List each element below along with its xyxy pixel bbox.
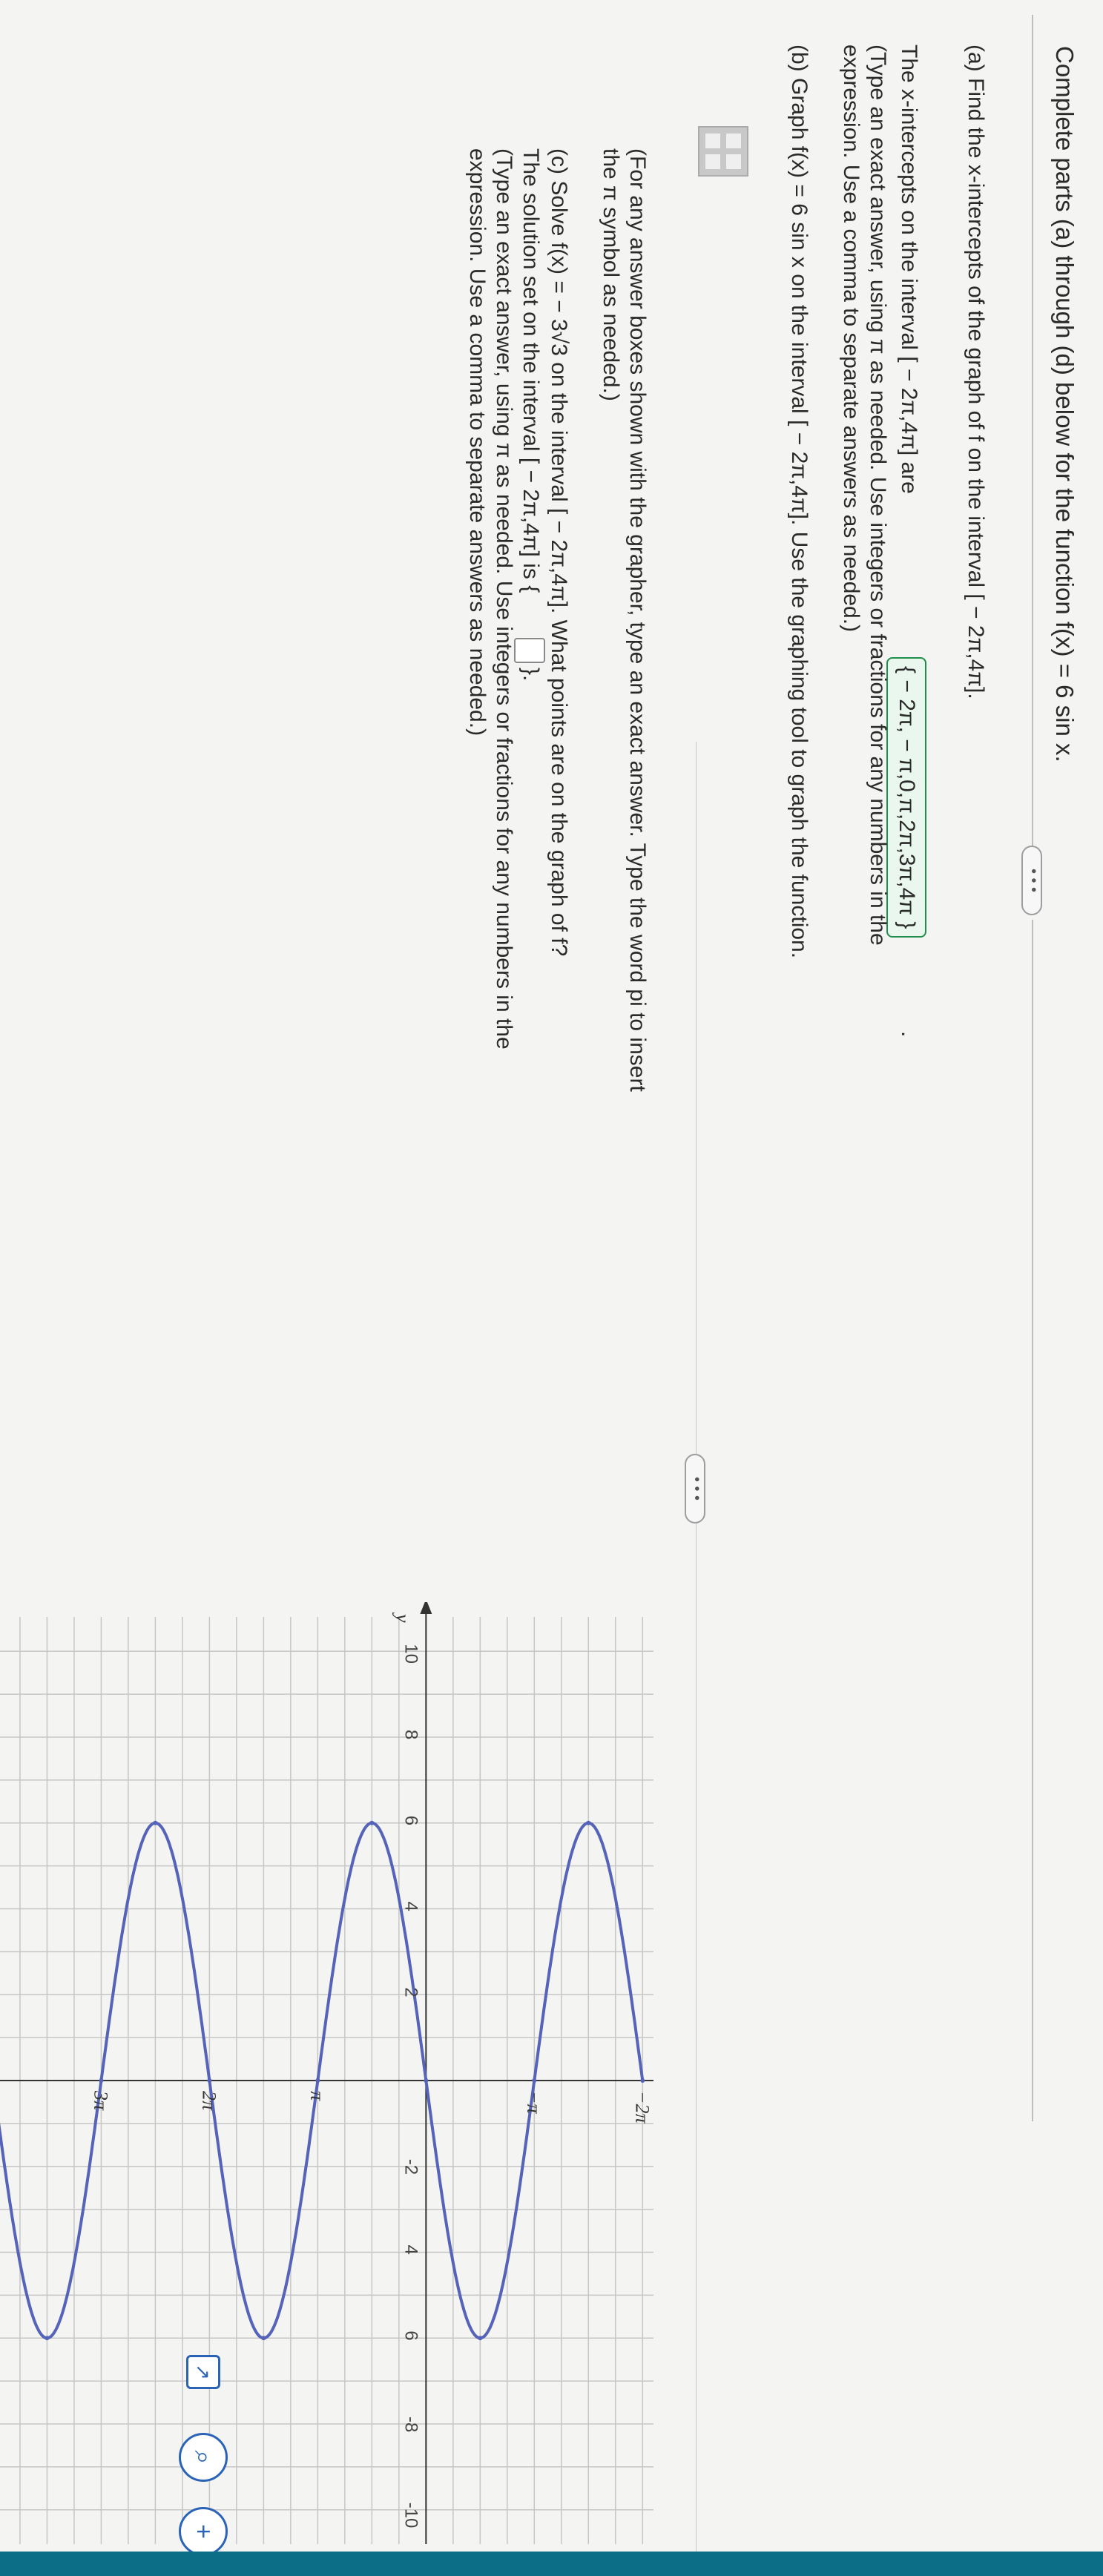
y-tick-label: 10 [401, 1644, 421, 1664]
part-c-hint-line1: (Type an exact answer, using π as needed… [492, 148, 516, 1050]
x-tick-label: −π [523, 2091, 544, 2115]
y-tick-label: 2 [401, 1987, 421, 1997]
curve-point [261, 2336, 266, 2341]
grapher-note-line2: the π symbol as needed.) [599, 148, 623, 401]
x-tick-label: −2π [631, 2091, 653, 2124]
curve-point [369, 1820, 375, 1825]
part-a-answer-prefix: The x-intercepts on the interval [ − 2π,… [897, 45, 921, 494]
part-a-answer-box[interactable]: { − 2π, − π,0,π,2π,3π,4π } [886, 657, 926, 938]
grapher-divider [696, 742, 697, 2552]
part-c-answer-prefix: The solution set on the interval [ − 2π,… [518, 148, 543, 593]
zoom-out-icon[interactable]: ⌕ [179, 2433, 228, 2482]
part-c-answer-input[interactable] [514, 638, 545, 663]
divider-left [1032, 15, 1033, 846]
curve-point [424, 2078, 429, 2083]
y-tick-label: 4 [401, 1902, 421, 1911]
part-c-answer-suffix: }. [518, 668, 543, 682]
curve-point [153, 1820, 158, 1825]
grapher-expand-button[interactable]: • • • [685, 1454, 705, 1523]
y-tick-label: 8 [401, 1730, 421, 1739]
x-tick-label: 2π [198, 2091, 220, 2111]
side-panel-edge [0, 2552, 1103, 2576]
expand-button[interactable]: • • • [1021, 846, 1042, 915]
curve-point [45, 2336, 50, 2341]
part-a-hint-line2: expression. Use a comma to separate answ… [839, 45, 863, 633]
part-c-hint-line2: expression. Use a comma to separate answ… [465, 148, 490, 737]
y-tick-label: -8 [401, 2417, 421, 2432]
problem-page: Complete parts (a) through (d) below for… [0, 0, 1103, 2576]
external-edit-icon[interactable]: ↗ [186, 2355, 220, 2389]
part-a-answer-suffix: . [897, 1031, 921, 1038]
grapher-note-line1: (For any answer boxes shown with the gra… [625, 148, 650, 1092]
y-tick-label: -10 [401, 2503, 421, 2529]
curve-point [99, 2078, 104, 2083]
zoom-in-icon[interactable]: + [179, 2507, 228, 2556]
curve-point [315, 2078, 320, 2083]
graph-tool-icon[interactable] [698, 126, 748, 177]
curve-point [532, 2078, 537, 2083]
y-tick-label: 6 [401, 2330, 421, 2340]
divider-right [1032, 920, 1033, 2121]
part-a-question: (a) Find the x-intercepts of the graph o… [964, 45, 988, 699]
part-b-question: (b) Graph f(x) = 6 sin x on the interval… [787, 45, 811, 959]
y-tick-label: -2 [401, 2159, 421, 2175]
y-axis-label: y [392, 1612, 413, 1623]
problem-title: Complete parts (a) through (d) below for… [1051, 46, 1079, 762]
y-tick-label: 6 [401, 1816, 421, 1825]
curve-point [478, 2336, 483, 2341]
curve-point [640, 2078, 645, 2083]
function-graph[interactable]: −2π−ππ2π3π4π108642-246-8-10xy [0, 1602, 683, 2559]
part-a-hint-line1: (Type an exact answer, using π as needed… [866, 45, 890, 946]
part-c-question: (c) Solve f(x) = − 3√3 on the interval [… [547, 148, 571, 957]
x-tick-label: 4π [0, 2091, 3, 2111]
y-tick-label: 4 [401, 2244, 421, 2254]
y-axis-arrow [420, 1602, 432, 1614]
x-tick-label: π [306, 2091, 328, 2101]
curve-point [207, 2078, 212, 2083]
x-tick-label: 3π [90, 2090, 111, 2111]
curve-point [586, 1820, 591, 1825]
